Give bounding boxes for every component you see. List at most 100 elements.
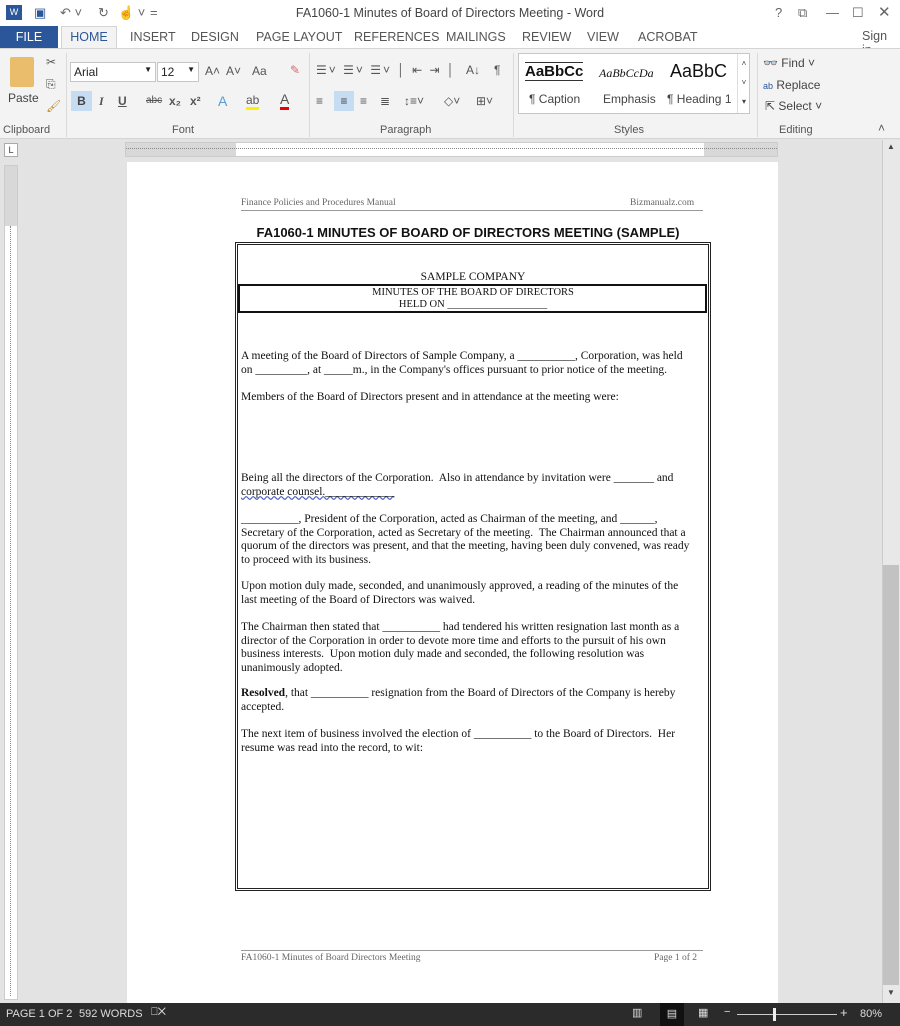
style-emphasis-name[interactable]: Emphasis — [603, 92, 656, 106]
shading-icon[interactable]: ◇˅ — [444, 94, 460, 108]
tab-mailings[interactable]: MAILINGS — [446, 30, 506, 44]
font-color-icon[interactable]: A — [280, 91, 290, 110]
ribbon: Paste ✂ ⎘ 🖌 Clipboard Arial ▼ 12 ▼ A˄ A˅ A… — [0, 48, 900, 139]
tab-design[interactable]: DESIGN — [191, 30, 239, 44]
zoom-in-button[interactable]: + — [840, 1005, 848, 1020]
footer-left: FA1060-1 Minutes of Board Directors Meet… — [241, 953, 421, 963]
ribbon-display-button[interactable]: ⧉ — [798, 5, 807, 21]
page-count[interactable]: PAGE 1 OF 2 — [6, 1008, 72, 1020]
show-marks-button[interactable]: ¶ — [494, 63, 500, 77]
tab-references[interactable]: REFERENCES — [354, 30, 439, 44]
style-heading1-preview[interactable]: AaBbC — [670, 61, 727, 82]
paste-icon[interactable] — [10, 57, 34, 87]
format-painter-icon[interactable]: 🖌 — [46, 99, 61, 113]
align-center-icon[interactable]: ≡ — [334, 91, 354, 111]
print-layout-icon[interactable]: ▤ — [660, 1003, 684, 1026]
borders-icon[interactable]: ⊞˅ — [476, 94, 493, 108]
cut-icon[interactable]: ✂ — [46, 55, 56, 69]
web-layout-icon[interactable]: ▦ — [698, 1006, 708, 1019]
justify-icon[interactable]: ≣ — [380, 94, 390, 108]
tab-home[interactable]: HOME — [61, 26, 117, 49]
paragraph-group-label: Paragraph — [380, 124, 432, 136]
text-line: corporate counsel.____________ — [241, 485, 395, 498]
clipboard-group-label: Clipboard — [3, 124, 51, 136]
text-line: resume was read into the record, to wit: — [241, 741, 424, 754]
tab-insert[interactable]: INSERT — [130, 30, 176, 44]
replace-label: Replace — [776, 78, 821, 92]
italic-button[interactable]: I — [99, 94, 104, 109]
font-size-select[interactable]: 12 ▼ — [157, 62, 199, 82]
change-case-button[interactable]: Aa — [252, 64, 267, 78]
binoculars-icon: 👓 — [763, 56, 778, 70]
text-line: accepted. — [241, 700, 285, 713]
superscript-button[interactable]: x² — [190, 94, 201, 108]
zoom-slider-thumb[interactable] — [773, 1008, 776, 1021]
cursor-icon: ⇱ — [765, 99, 776, 113]
maximize-button[interactable]: ☐ — [852, 5, 864, 21]
zoom-slider[interactable] — [737, 1014, 837, 1015]
find-button[interactable]: 👓 Find ˅ — [763, 56, 815, 70]
document-page[interactable]: Finance Policies and Procedures Manual B… — [127, 162, 778, 1003]
shrink-font-button[interactable]: A˅ — [226, 64, 241, 78]
sort-icon[interactable]: A↓ — [466, 63, 480, 77]
style-emphasis-preview[interactable]: AaBbCcDa — [599, 66, 654, 81]
status-bar: PAGE 1 OF 2 592 WORDS ⎕✕ ▥ ▤ ▦ − + 80% — [0, 1003, 900, 1026]
grow-font-button[interactable]: A˄ — [205, 64, 220, 78]
style-caption-preview[interactable]: AaBbCc — [525, 62, 584, 81]
replace-button[interactable]: ab Replace — [763, 78, 820, 92]
line-spacing-icon[interactable]: ↕≡˅ — [404, 94, 424, 108]
read-mode-icon[interactable]: ▥ — [632, 1006, 642, 1019]
styles-gallery: AaBbCc ¶ Caption AaBbCcDa Emphasis AaBbC… — [518, 53, 750, 114]
text-line: __________, President of the Corporation… — [241, 513, 658, 525]
vertical-ruler[interactable] — [4, 165, 18, 1000]
paragraph-resignation: The Chairman then stated that __________… — [241, 621, 679, 675]
header-left: Finance Policies and Procedures Manual — [241, 198, 396, 208]
align-left-icon[interactable]: ≡ — [316, 94, 323, 108]
minimize-button[interactable]: — — [826, 5, 839, 20]
tab-selector-icon[interactable]: L — [4, 143, 18, 157]
font-name-select[interactable]: Arial ▼ — [70, 62, 156, 82]
clear-formatting-icon[interactable]: ✎ — [290, 63, 300, 77]
horizontal-ruler[interactable] — [125, 142, 778, 157]
text-line: business interests. Upon motion duly mad… — [241, 648, 645, 660]
subscript-button[interactable]: x₂ — [169, 94, 181, 108]
style-heading1-name[interactable]: ¶ Heading 1 — [667, 92, 732, 106]
paste-button[interactable]: Paste — [8, 91, 39, 105]
zoom-out-button[interactable]: − — [724, 1006, 730, 1018]
select-button[interactable]: ⇱ Select ˅ — [765, 99, 822, 113]
text-line: last meeting of the Board of Directors w… — [241, 593, 476, 606]
zoom-level[interactable]: 80% — [860, 1008, 882, 1020]
word-count[interactable]: 592 WORDS — [79, 1008, 143, 1020]
scroll-down-icon[interactable]: ▼ — [887, 988, 895, 997]
styles-scroll-buttons[interactable]: ˄ ˅ ▾ — [737, 54, 750, 113]
tab-view[interactable]: VIEW — [587, 30, 619, 44]
paragraph-resolved: Resolved, that __________ resignation fr… — [241, 687, 675, 714]
proofing-icon[interactable]: ⎕✕ — [151, 1006, 166, 1019]
tab-file[interactable]: FILE — [0, 26, 58, 48]
underline-button[interactable]: U — [118, 94, 127, 108]
tab-page-layout[interactable]: PAGE LAYOUT — [256, 30, 342, 44]
style-caption-name[interactable]: ¶ Caption — [529, 92, 580, 106]
help-button[interactable]: ? — [775, 5, 782, 20]
text-line: director of the Corporation in order to … — [241, 634, 666, 647]
font-size-value: 12 — [161, 65, 175, 79]
header-right: Bizmanualz.com — [630, 198, 695, 208]
close-button[interactable]: ✕ — [878, 3, 891, 21]
align-right-icon[interactable]: ≡ — [360, 94, 367, 108]
tab-review[interactable]: REVIEW — [522, 30, 571, 44]
text-line: Resolved — [241, 687, 286, 699]
text-line: __________ resignation from the Board of… — [310, 687, 676, 699]
scrollbar-thumb[interactable] — [883, 565, 899, 985]
text-effects-icon[interactable]: A — [218, 93, 227, 109]
copy-icon[interactable]: ⎘ — [46, 77, 56, 92]
tab-acrobat[interactable]: ACROBAT — [638, 30, 698, 44]
scroll-up-icon[interactable]: ▲ — [887, 142, 895, 151]
bold-button[interactable]: B — [71, 91, 92, 111]
paragraph-members: Members of the Board of Directors presen… — [241, 391, 619, 405]
company-name: SAMPLE COMPANY — [420, 271, 526, 283]
list-buttons-icon[interactable]: ☰˅ ☰˅ ☰˅ │ ⇤ ⇥ │ — [316, 63, 456, 77]
strikethrough-button[interactable]: abc — [146, 95, 162, 106]
highlight-icon[interactable]: ab — [246, 93, 260, 110]
paragraph-election: The next item of business involved the e… — [241, 728, 675, 755]
text-line: The next item of business involved the e… — [241, 728, 676, 740]
